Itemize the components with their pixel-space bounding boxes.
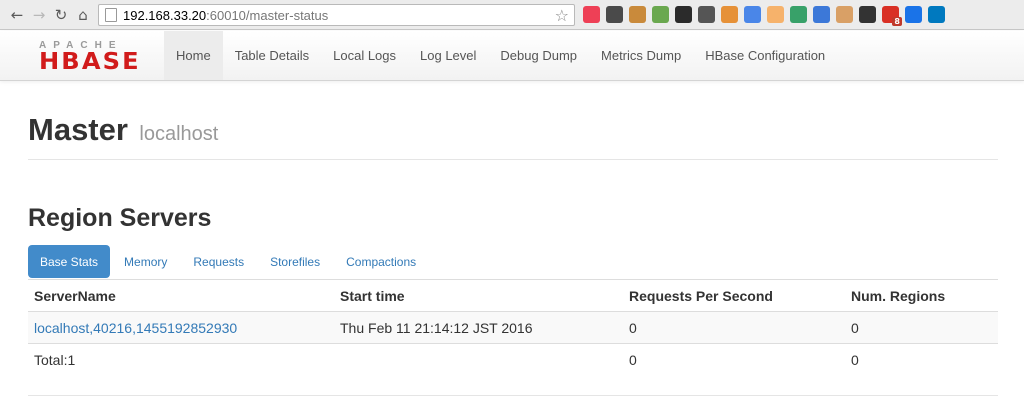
- analytics-icon[interactable]: [767, 6, 784, 23]
- reload-icon[interactable]: ↻: [50, 4, 72, 26]
- region-servers-title: Region Servers: [28, 204, 212, 232]
- table-cell: [334, 343, 623, 376]
- table-cell: 0: [623, 343, 845, 376]
- back-icon[interactable]: ←: [6, 4, 28, 26]
- main-content: Master localhost Region Servers Base Sta…: [28, 81, 998, 376]
- tab-memory[interactable]: Memory: [112, 245, 179, 278]
- nav-hbase-configuration[interactable]: HBase Configuration: [693, 31, 837, 80]
- vimium-icon[interactable]: [813, 6, 830, 23]
- tab-base-stats[interactable]: Base Stats: [28, 245, 111, 278]
- column-header: Start time: [334, 279, 623, 312]
- address-bar[interactable]: 192.168.33.20:60010/master-status ☆: [98, 4, 575, 26]
- extension-icons: 8: [583, 6, 945, 26]
- nav-debug-dump[interactable]: Debug Dump: [488, 31, 589, 80]
- nav-links: Home Table Details Local Logs Log Level …: [164, 31, 837, 80]
- table-cell: 0: [623, 311, 845, 344]
- table-cell: 0: [845, 311, 998, 344]
- clipper-icon[interactable]: [652, 6, 669, 23]
- pocket-icon[interactable]: [583, 6, 600, 23]
- table-header-row: ServerName Start time Requests Per Secon…: [28, 279, 998, 312]
- table-cell: Total:1: [28, 343, 334, 376]
- page-icon: [105, 8, 117, 22]
- footer-divider: [28, 395, 998, 396]
- nav-home[interactable]: Home: [164, 31, 223, 80]
- table-cell: Thu Feb 11 21:14:12 JST 2016: [334, 311, 623, 344]
- tab-requests[interactable]: Requests: [181, 245, 256, 278]
- forward-icon[interactable]: →: [28, 4, 50, 26]
- tab-storefiles[interactable]: Storefiles: [258, 245, 332, 278]
- bookmark-star-icon[interactable]: ☆: [555, 6, 569, 25]
- table-row: Total:1 0 0: [28, 343, 998, 376]
- column-header: ServerName: [28, 279, 334, 312]
- notification-badge: 8: [892, 17, 902, 26]
- page-subtitle: localhost: [139, 123, 219, 145]
- table-row: localhost,40216,1455192852930 Thu Feb 11…: [28, 311, 998, 344]
- cookie-icon[interactable]: [629, 6, 646, 23]
- page-title: Master: [28, 112, 128, 147]
- region-servers-tabs: Base Stats Memory Requests Storefiles Co…: [28, 245, 998, 278]
- url-text: 192.168.33.20:60010/master-status: [123, 7, 329, 23]
- browser-toolbar: ← → ↻ ⌂ 192.168.33.20:60010/master-statu…: [0, 0, 1024, 30]
- infinity-icon[interactable]: [905, 6, 922, 23]
- hbase-logo[interactable]: APACHE HBASE: [39, 41, 154, 74]
- chat-icon[interactable]: [744, 6, 761, 23]
- badge-icon[interactable]: [790, 6, 807, 23]
- logo-main-text: HBASE: [39, 49, 141, 75]
- table-cell: localhost,40216,1455192852930: [28, 311, 334, 344]
- colorpicker-icon[interactable]: [675, 6, 692, 23]
- column-header: Num. Regions: [845, 279, 998, 312]
- palette-icon[interactable]: [721, 6, 738, 23]
- nav-table-details[interactable]: Table Details: [223, 31, 321, 80]
- tab-compactions[interactable]: Compactions: [334, 245, 428, 278]
- column-header: Requests Per Second: [623, 279, 845, 312]
- page-header: Master localhost: [28, 81, 998, 160]
- table-cell: 0: [845, 343, 998, 376]
- hbase-navbar: APACHE HBASE Home Table Details Local Lo…: [0, 31, 1024, 81]
- region-servers-table: ServerName Start time Requests Per Secon…: [28, 279, 998, 376]
- terminal-icon[interactable]: [859, 6, 876, 23]
- face-icon[interactable]: [836, 6, 853, 23]
- nav-local-logs[interactable]: Local Logs: [321, 31, 408, 80]
- nav-log-level[interactable]: Log Level: [408, 31, 488, 80]
- recycle-icon[interactable]: [698, 6, 715, 23]
- home-icon[interactable]: ⌂: [72, 4, 94, 26]
- server-name-link[interactable]: localhost,40216,1455192852930: [34, 320, 237, 336]
- nav-metrics-dump[interactable]: Metrics Dump: [589, 31, 693, 80]
- gmail-icon[interactable]: 8: [882, 6, 902, 26]
- trello-icon[interactable]: [928, 6, 945, 23]
- evernote-icon[interactable]: [606, 6, 623, 23]
